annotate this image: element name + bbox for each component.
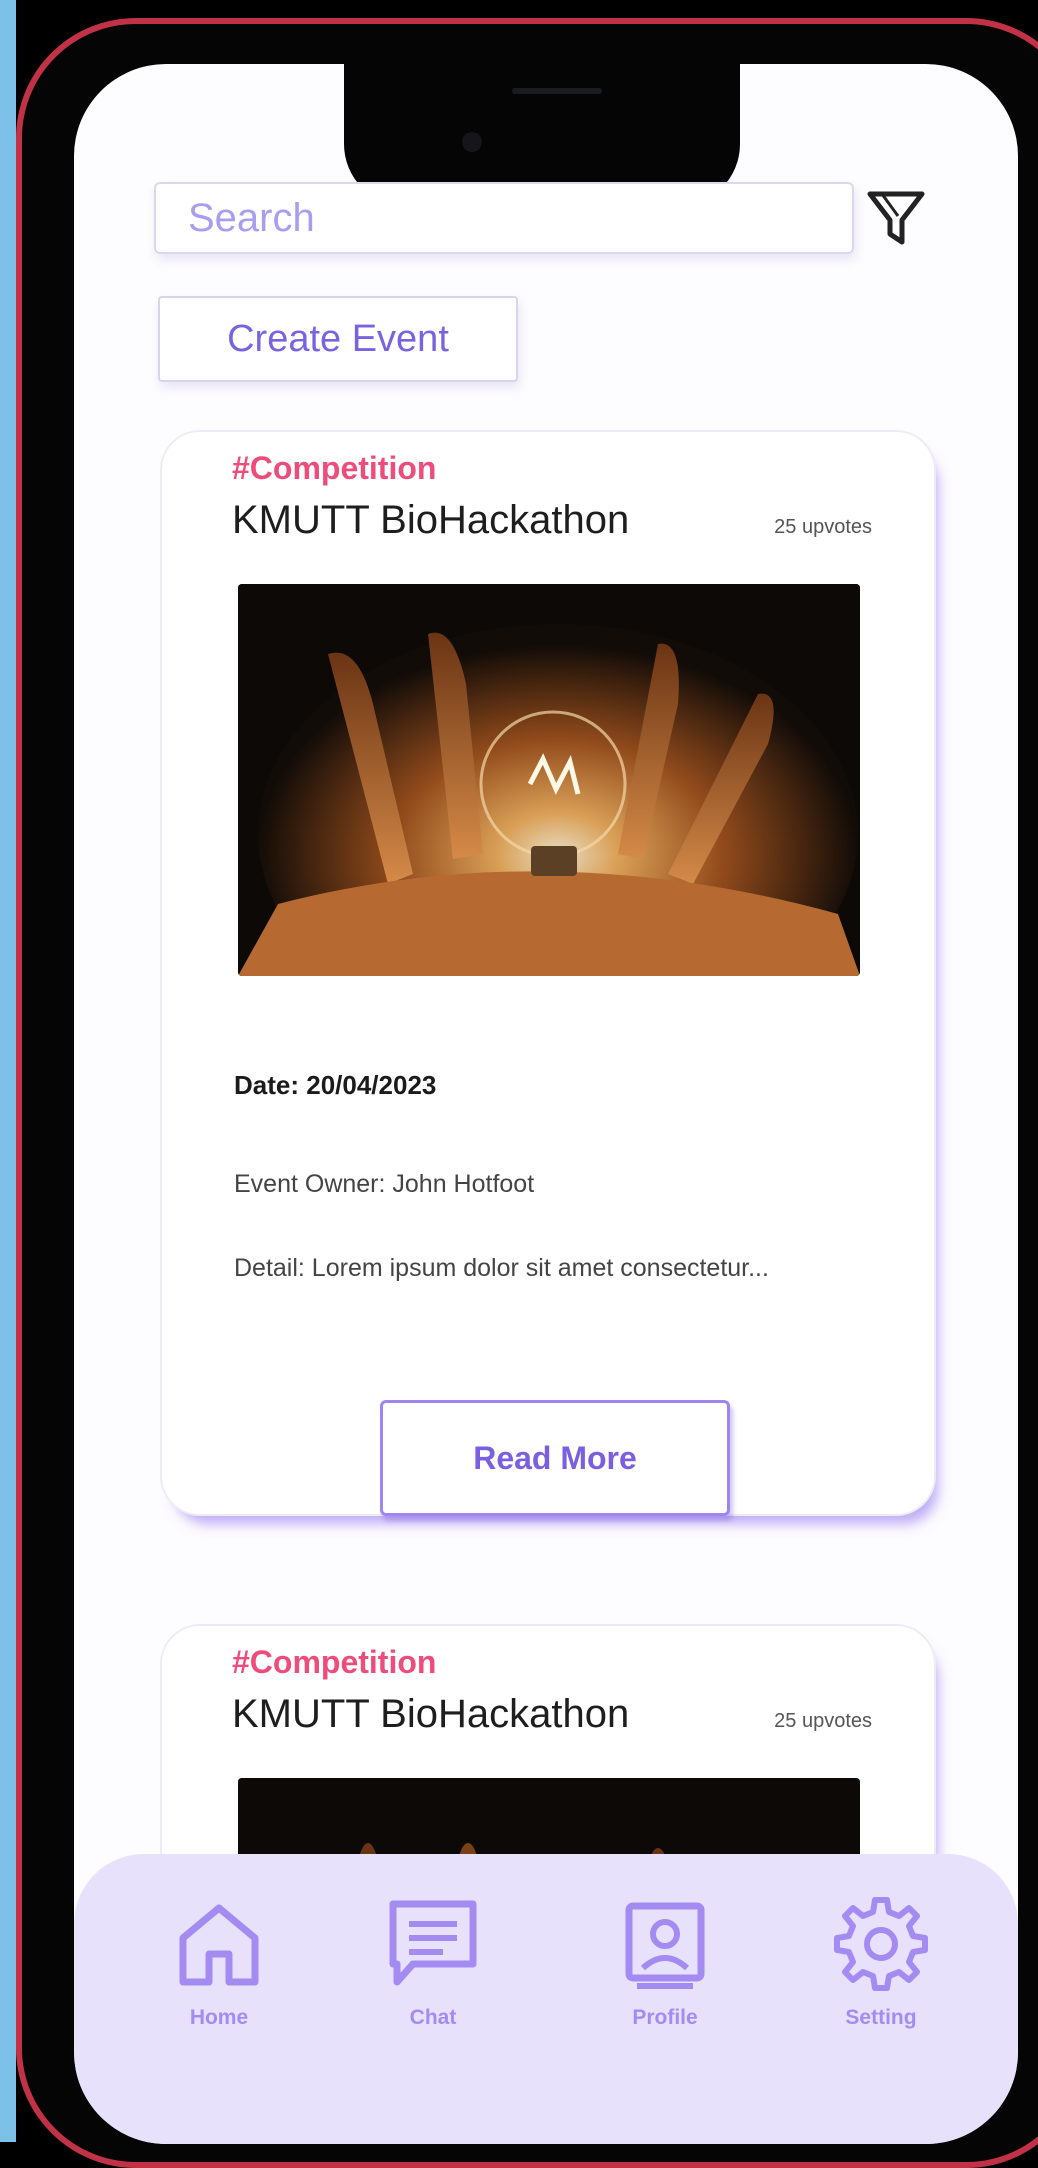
app-screen: Create Event #Competition KMUTT BioHacka… — [74, 64, 1018, 2144]
nav-label: Setting — [845, 2006, 917, 2029]
home-icon — [179, 1904, 259, 1986]
event-card: #Competition KMUTT BioHackathon 25 upvot… — [160, 430, 936, 1516]
nav-profile[interactable]: Profile — [600, 1894, 730, 2054]
nav-chat[interactable]: Chat — [368, 1894, 498, 2054]
nav-label: Profile — [632, 2006, 698, 2029]
event-image — [238, 584, 860, 976]
nav-setting[interactable]: Setting — [816, 1894, 946, 2054]
event-title: KMUTT BioHackathon — [232, 498, 630, 542]
event-title: KMUTT BioHackathon — [232, 1692, 630, 1736]
gear-icon — [834, 1897, 928, 1991]
lightbulb-hand-image — [238, 584, 860, 976]
nav-label: Chat — [409, 2006, 457, 2029]
upvote-count: 25 upvotes — [774, 516, 872, 538]
event-tag: #Competition — [232, 450, 437, 486]
filter-icon[interactable] — [864, 186, 928, 250]
front-camera — [462, 132, 482, 152]
search-field[interactable] — [154, 182, 854, 254]
upvote-count: 25 upvotes — [774, 1710, 872, 1732]
profile-icon — [625, 1902, 705, 1989]
event-tag: #Competition — [232, 1644, 437, 1680]
search-input[interactable] — [186, 194, 852, 242]
event-detail: Detail: Lorem ipsum dolor sit amet conse… — [234, 1254, 769, 1282]
event-date: Date: 20/04/2023 — [234, 1070, 437, 1100]
background-edge — [0, 0, 16, 2142]
speaker-grille — [512, 88, 602, 94]
create-event-button[interactable]: Create Event — [158, 296, 518, 382]
chat-icon — [389, 1900, 477, 1986]
read-more-button[interactable]: Read More — [380, 1400, 730, 1516]
bottom-navigation: Home Chat Profile Setting — [74, 1854, 1018, 2144]
nav-label: Home — [189, 2006, 249, 2029]
event-owner: Event Owner: John Hotfoot — [234, 1170, 535, 1198]
nav-home[interactable]: Home — [154, 1894, 284, 2054]
